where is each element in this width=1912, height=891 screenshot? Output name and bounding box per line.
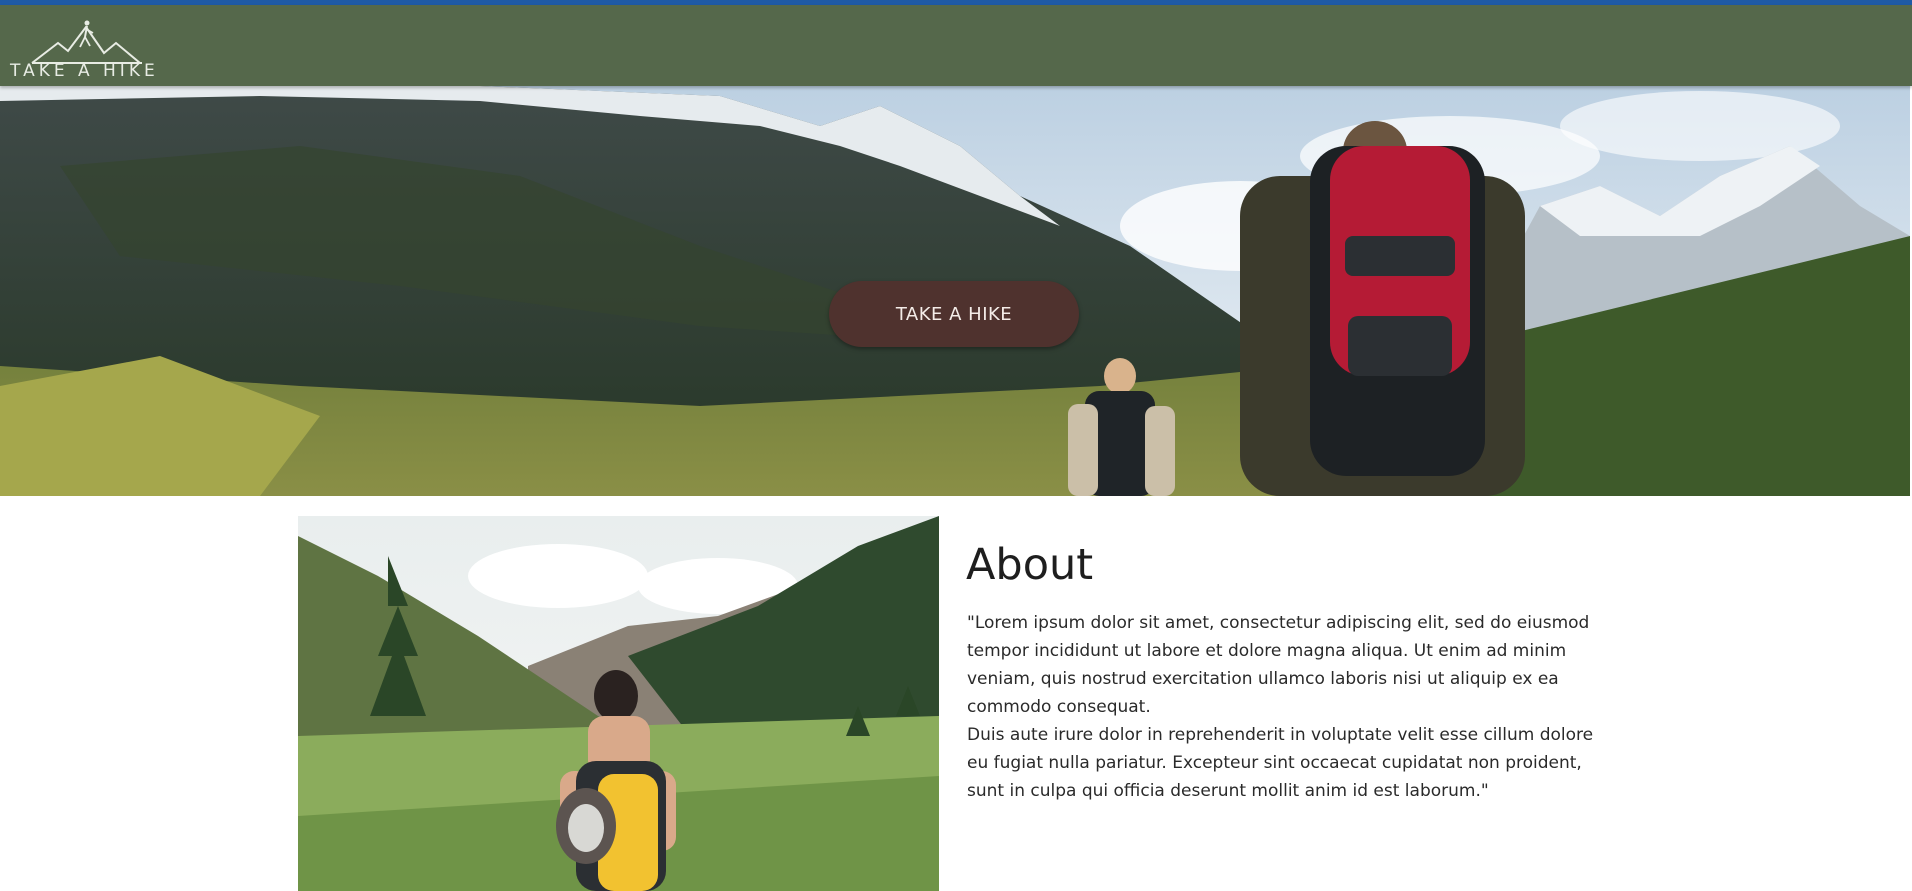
hero-banner: TAKE A HIKE	[0, 86, 1910, 496]
navbar: TAKE A HIKE	[0, 5, 1912, 86]
take-a-hike-button[interactable]: TAKE A HIKE	[829, 281, 1079, 347]
about-hiker-image	[298, 516, 939, 891]
about-paragraph-1: "Lorem ipsum dolor sit amet, consectetur…	[967, 613, 1590, 717]
brand-name: TAKE A HIKE	[10, 61, 159, 81]
mountain-hiker-icon	[31, 20, 142, 64]
about-text: "Lorem ipsum dolor sit amet, consectetur…	[967, 609, 1617, 805]
about-heading: About	[966, 540, 1094, 590]
about-paragraph-2: Duis aute irure dolor in reprehenderit i…	[967, 725, 1594, 801]
brand-logo[interactable]: TAKE A HIKE	[8, 19, 168, 83]
